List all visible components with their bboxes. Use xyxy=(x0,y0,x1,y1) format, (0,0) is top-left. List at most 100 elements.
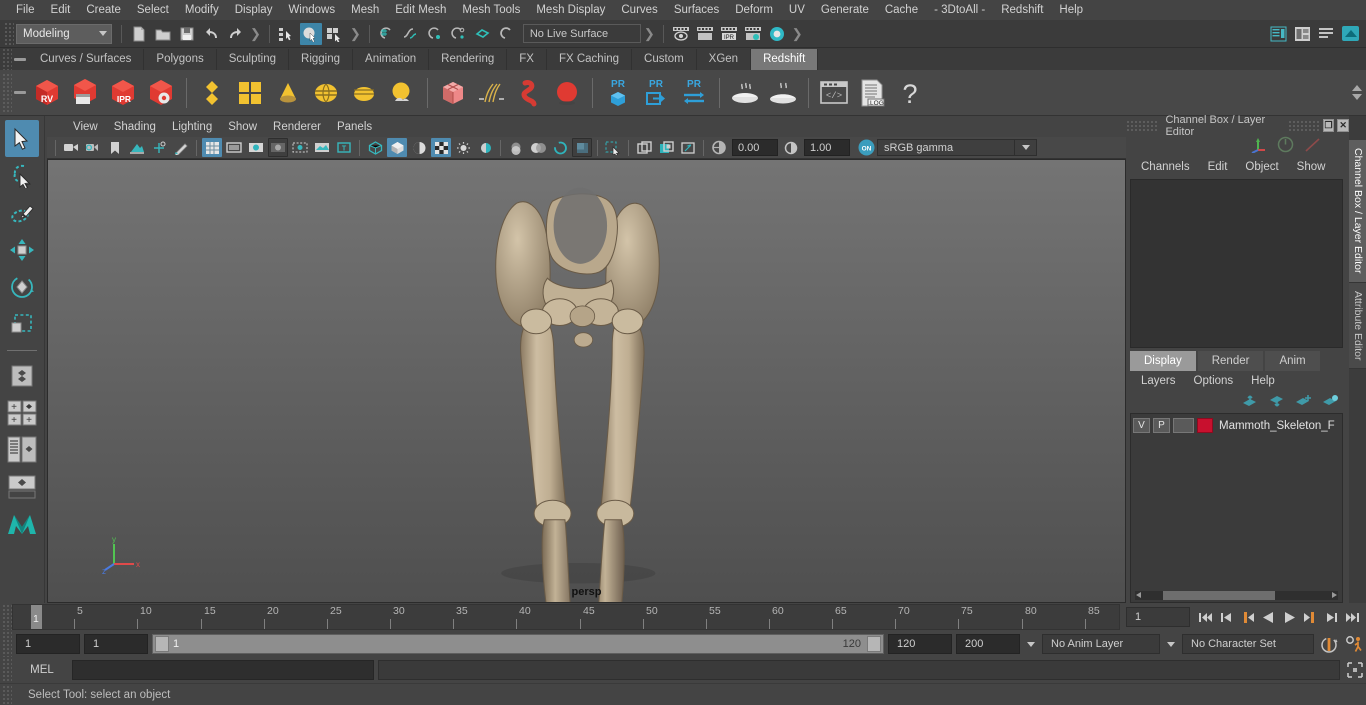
shelf-icons-drag-handle[interactable] xyxy=(2,72,12,113)
redshift-proxy-cube-icon[interactable] xyxy=(434,73,472,113)
use-default-lighting-icon[interactable] xyxy=(453,138,473,157)
new-scene-icon[interactable] xyxy=(128,23,150,45)
viewport-menu-show[interactable]: Show xyxy=(220,118,265,137)
grid-display-icon[interactable] xyxy=(202,138,222,157)
animation-preferences-icon[interactable] xyxy=(1344,633,1366,655)
open-scene-icon[interactable] xyxy=(152,23,174,45)
play-forwards-button[interactable] xyxy=(1280,607,1299,627)
snap-to-curve-icon[interactable] xyxy=(400,23,422,45)
command-line-drag-handle[interactable] xyxy=(2,658,12,682)
select-by-hierarchy-icon[interactable] xyxy=(276,23,298,45)
go-to-start-button[interactable] xyxy=(1196,607,1215,627)
shelf-tab-custom[interactable]: Custom xyxy=(632,49,697,70)
layer-list-horizontal-scrollbar[interactable] xyxy=(1135,591,1338,600)
menu-mesh[interactable]: Mesh xyxy=(343,0,387,20)
viewport-menu-view[interactable]: View xyxy=(65,118,106,137)
shelf-scroll-arrows[interactable] xyxy=(1348,71,1366,115)
paint-select-tool-button[interactable] xyxy=(5,194,39,231)
scrollbar-thumb[interactable] xyxy=(1163,591,1276,600)
time-slider-playhead[interactable]: 1 xyxy=(31,605,42,629)
menu-modify[interactable]: Modify xyxy=(177,0,227,20)
layer-menu-help[interactable]: Help xyxy=(1242,375,1284,387)
scroll-left-icon[interactable] xyxy=(1136,592,1141,598)
channel-box-content-area[interactable] xyxy=(1130,179,1343,348)
redshift-proxy-export-icon[interactable]: PR xyxy=(599,73,637,113)
menu-help[interactable]: Help xyxy=(1051,0,1091,20)
range-right-handle[interactable] xyxy=(867,636,881,652)
select-by-object-type-icon[interactable] xyxy=(299,22,322,45)
render-current-frame-icon[interactable] xyxy=(670,23,692,45)
menu-edit[interactable]: Edit xyxy=(43,0,79,20)
redshift-sphere-icon[interactable] xyxy=(548,73,586,113)
display-textures-icon[interactable] xyxy=(634,138,654,157)
color-transform-dropdown-arrow[interactable] xyxy=(1015,139,1037,156)
statusline-drag-handle[interactable] xyxy=(4,21,14,46)
select-tool-button[interactable] xyxy=(5,120,39,157)
character-set-selector[interactable]: No Character Set xyxy=(1182,634,1314,654)
menu-display[interactable]: Display xyxy=(227,0,281,20)
undo-icon[interactable] xyxy=(200,23,222,45)
step-back-key-button[interactable] xyxy=(1217,607,1236,627)
save-scene-icon[interactable] xyxy=(176,23,198,45)
panel-drag-dots-left[interactable] xyxy=(1126,120,1158,131)
shelf-tab-redshift[interactable]: Redshift xyxy=(751,49,819,70)
vtab-channel-box-layer-editor[interactable]: Channel Box / Layer Editor xyxy=(1349,140,1366,283)
rotate-tool-button[interactable] xyxy=(5,268,39,305)
outliner-persp-layout-button[interactable] xyxy=(5,431,39,468)
snap-to-point-icon[interactable] xyxy=(424,23,446,45)
use-all-lights-icon[interactable] xyxy=(475,138,495,157)
menu-windows[interactable]: Windows xyxy=(280,0,343,20)
color-transform-toggle[interactable]: ON xyxy=(856,138,876,157)
auto-keyframe-toggle-icon[interactable] xyxy=(1318,633,1340,655)
shelf-icons-collapse-handle[interactable] xyxy=(12,82,28,104)
color-management-icon[interactable] xyxy=(709,138,729,157)
redshift-physical-sun-icon[interactable] xyxy=(383,73,421,113)
redshift-area-light-icon[interactable] xyxy=(193,73,231,113)
image-plane-icon[interactable] xyxy=(127,138,147,157)
snap-to-view-plane-icon[interactable] xyxy=(472,23,494,45)
channel-box-menu-edit[interactable]: Edit xyxy=(1199,157,1237,177)
redshift-spot-light-icon[interactable] xyxy=(269,73,307,113)
xray-active-components-icon[interactable]: T xyxy=(334,138,354,157)
time-slider[interactable]: 1 51015202530354045505560657075808590951… xyxy=(12,604,1120,630)
toolbar-collapse-arrow-2[interactable]: ❯ xyxy=(350,26,361,42)
select-by-component-type-icon[interactable] xyxy=(324,23,346,45)
viewport-menu-renderer[interactable]: Renderer xyxy=(265,118,329,137)
step-forward-frame-button[interactable] xyxy=(1301,607,1320,627)
redshift-dome-light-icon[interactable] xyxy=(307,73,345,113)
film-gate-icon[interactable] xyxy=(224,138,244,157)
xray-joints-icon[interactable] xyxy=(312,138,332,157)
resolution-gate-icon[interactable] xyxy=(246,138,266,157)
viewport-menu-shading[interactable]: Shading xyxy=(106,118,164,137)
playback-start-time-field[interactable]: 1 xyxy=(84,634,148,654)
channel-box-menu-channels[interactable]: Channels xyxy=(1132,157,1199,177)
shelf-scroll-up-icon[interactable] xyxy=(1352,85,1362,91)
quad-layout-button[interactable]: + + + xyxy=(5,394,39,431)
range-slider-drag-handle[interactable] xyxy=(2,631,12,657)
red-slash-icon[interactable] xyxy=(1304,137,1321,156)
layer-menu-layers[interactable]: Layers xyxy=(1132,375,1185,387)
command-response-field[interactable] xyxy=(378,660,1340,680)
smooth-shade-all-icon[interactable] xyxy=(387,138,407,157)
toolbar-collapse-arrow-4[interactable]: ❯ xyxy=(792,26,803,42)
shelf-tab-fx-caching[interactable]: FX Caching xyxy=(546,49,633,70)
snap-to-grid-icon[interactable] xyxy=(376,23,398,45)
layer-menu-options[interactable]: Options xyxy=(1185,375,1243,387)
toggle-tool-settings-icon[interactable] xyxy=(1291,23,1313,45)
menu-cache[interactable]: Cache xyxy=(877,0,926,20)
shelf-tab-polygons[interactable]: Polygons xyxy=(144,49,217,70)
snap-to-projected-center-icon[interactable] xyxy=(448,23,470,45)
color-transform-field[interactable]: sRGB gamma xyxy=(877,139,1015,156)
channel-box-menu-object[interactable]: Object xyxy=(1236,157,1287,177)
redshift-render-settings-icon[interactable] xyxy=(142,73,180,113)
redshift-ipr-icon[interactable]: IPR xyxy=(104,73,142,113)
motion-blur-icon[interactable] xyxy=(572,138,592,157)
redo-render-icon[interactable] xyxy=(694,23,716,45)
layer-tab-render[interactable]: Render xyxy=(1197,351,1264,371)
menu-mesh-display[interactable]: Mesh Display xyxy=(528,0,613,20)
select-camera-icon[interactable] xyxy=(61,138,81,157)
animation-start-time-field[interactable]: 1 xyxy=(16,634,80,654)
anti-aliasing-icon[interactable] xyxy=(550,138,570,157)
shadows-icon[interactable] xyxy=(506,138,526,157)
scale-tool-button[interactable] xyxy=(5,305,39,342)
